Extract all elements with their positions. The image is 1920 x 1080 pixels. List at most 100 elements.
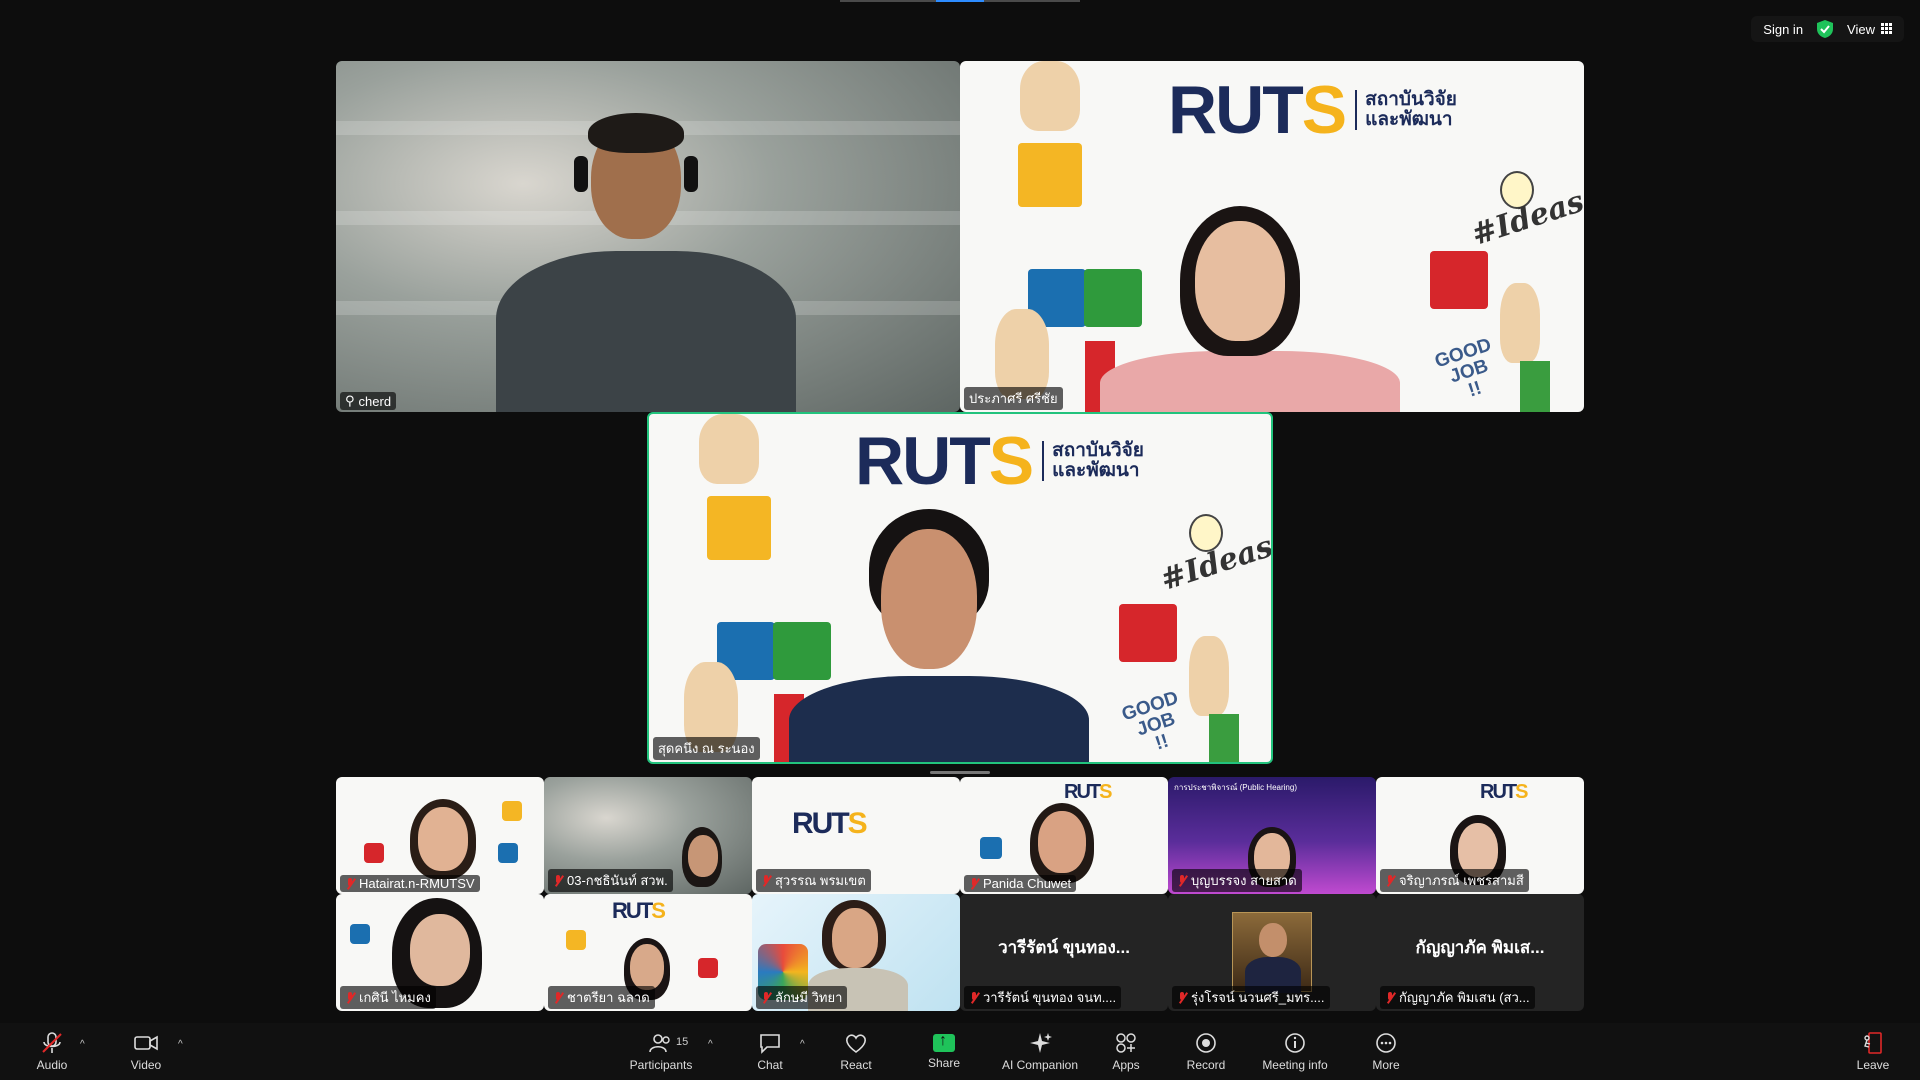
participant-video-person: [630, 944, 664, 990]
meeting-info-button[interactable]: Meeting info: [1260, 1023, 1330, 1080]
gallery-tile[interactable]: รุ่งโรจน์ นวนศรี_มทร....: [1168, 894, 1376, 1011]
participants-button[interactable]: Participants: [626, 1023, 696, 1080]
gallery-resize-handle[interactable]: [930, 771, 990, 774]
encryption-shield-icon[interactable]: [1817, 20, 1834, 38]
record-button[interactable]: Record: [1186, 1023, 1226, 1080]
mic-muted-icon: [761, 874, 771, 887]
participant-name-tag: Hatairat.n-RMUTSV: [340, 875, 480, 892]
video-options-chevron-icon[interactable]: ^: [178, 1039, 183, 1050]
puzzle-piece-red: [1430, 251, 1488, 309]
gallery-tile[interactable]: RUTS สุวรรณ พรมเขต: [752, 777, 960, 894]
share-button[interactable]: Share: [926, 1023, 962, 1080]
ruts-logo: RUTS สถาบันวิจัย และพัฒนา: [855, 423, 1144, 499]
mic-muted-icon: [345, 877, 355, 890]
mic-muted-icon: [969, 991, 979, 1004]
audio-options-chevron-icon[interactable]: ^: [80, 1039, 85, 1050]
view-button[interactable]: View: [1847, 22, 1892, 37]
participant-display-name: กัญญาภัค พิมเส...: [1415, 938, 1545, 957]
chat-button[interactable]: Chat: [752, 1023, 788, 1080]
participants-icon: [649, 1033, 670, 1052]
gallery-tile[interactable]: Hatairat.n-RMUTSV: [336, 777, 544, 894]
sleeve-graphic: [1209, 714, 1239, 762]
gallery-tile[interactable]: RUTS ชาตรียา ฉลาด: [544, 894, 752, 1011]
participant-name-tag: 03-กชธินันท์ สวพ.: [548, 869, 673, 892]
mic-muted-icon: [553, 874, 563, 887]
gallery-tile-no-video[interactable]: วารีรัตน์ ขุนทอง... วารีรัตน์ ขุนทอง จนท…: [960, 894, 1168, 1011]
grid-view-icon: [1881, 22, 1892, 34]
participant-name-tag: วารีรัตน์ ขุนทอง จนท....: [964, 986, 1122, 1009]
gallery-tile[interactable]: 03-กชธินันท์ สวพ.: [544, 777, 752, 894]
ruts-logo: RUTS: [1480, 781, 1529, 803]
puzzle-piece-yellow: [502, 801, 522, 821]
participants-count: 15: [676, 1036, 689, 1048]
participant-name-tag: ประภาศรี ศรีชัย: [964, 387, 1063, 410]
apps-button[interactable]: Apps: [1108, 1023, 1144, 1080]
mic-muted-icon: [553, 991, 563, 1004]
participant-name-tag: ⚲ cherd: [340, 392, 397, 410]
puzzle-piece-blue: [980, 837, 1002, 859]
puzzle-piece-red: [698, 958, 718, 978]
mic-muted-icon: [761, 991, 771, 1004]
gallery-tile-no-video[interactable]: กัญญาภัค พิมเส... กัญญาภัค พิมเสน (สว...: [1376, 894, 1584, 1011]
participant-name-tag: สุวรรณ พรมเขต: [756, 869, 871, 892]
participant-name-tag: Panida Chuwet: [964, 875, 1077, 892]
sleeve-graphic: [1520, 361, 1550, 412]
ai-companion-button[interactable]: AI Companion: [1000, 1023, 1080, 1080]
video-tile-cherd[interactable]: ⚲ cherd: [336, 61, 960, 412]
more-button[interactable]: More: [1370, 1023, 1402, 1080]
participants-options-chevron-icon[interactable]: ^: [708, 1039, 713, 1050]
puzzle-piece-blue: [350, 924, 370, 944]
video-tile-active-speaker[interactable]: RUTS สถาบันวิจัย และพัฒนา #Ideas GOOD JOB!…: [647, 412, 1273, 764]
mic-muted-icon: [1177, 874, 1187, 887]
meeting-toolbar: Audio ^ Video ^ Participants 15 ^ Chat ^…: [0, 1023, 1920, 1080]
ruts-logo: RUTS: [1064, 781, 1113, 803]
sparkle-icon: [1030, 1032, 1052, 1053]
react-button[interactable]: React: [836, 1023, 876, 1080]
leave-button[interactable]: Leave: [1855, 1023, 1891, 1080]
ruts-logo: RUTS: [792, 807, 868, 840]
mic-muted-icon: [42, 1031, 62, 1053]
profile-picture: [1232, 912, 1312, 993]
participant-name-tag: ลักษมี วิทยา: [756, 986, 848, 1009]
good-job-text: GOOD JOB!!: [1119, 687, 1182, 755]
hand-graphic: [1020, 61, 1080, 131]
participant-video-person: [832, 908, 878, 968]
mic-muted-icon: [1385, 991, 1395, 1004]
participant-name-tag: บุญบรรจง สายสาด: [1172, 869, 1302, 892]
hearing-banner: การประชาพิจารณ์ (Public Hearing): [1174, 783, 1297, 792]
video-button[interactable]: Video: [124, 1023, 168, 1080]
pin-icon: ⚲: [345, 393, 355, 408]
apps-icon: [1116, 1032, 1136, 1053]
mic-muted-icon: [1385, 874, 1395, 887]
participant-name-tag: ชาตรียา ฉลาด: [548, 986, 655, 1009]
puzzle-piece-blue: [498, 843, 518, 863]
chat-options-chevron-icon[interactable]: ^: [800, 1039, 805, 1050]
participant-name-tag: กัญญาภัค พิมเสน (สว...: [1380, 986, 1535, 1009]
audio-button[interactable]: Audio: [30, 1023, 74, 1080]
puzzle-piece-yellow: [707, 496, 771, 560]
mic-muted-icon: [1177, 991, 1187, 1004]
gallery-tile[interactable]: RUTS จริญาภรณ์ เพชรสามสี: [1376, 777, 1584, 894]
top-right-bar: Sign in View: [1751, 16, 1904, 42]
hand-graphic: [1500, 283, 1540, 363]
gallery-tile[interactable]: การประชาพิจารณ์ (Public Hearing) บุญบรรจ…: [1168, 777, 1376, 894]
gallery-tile[interactable]: เกศินี ไหมคง: [336, 894, 544, 1011]
video-tile-prapasri[interactable]: RUTS สถาบันวิจัย และพัฒนา #Ideas GOOD JOB!…: [960, 61, 1584, 412]
top-indicator: [840, 0, 1080, 2]
leave-door-icon: [1864, 1031, 1882, 1054]
puzzle-piece-red: [364, 843, 384, 863]
good-job-text: GOOD JOB!!: [1432, 334, 1495, 402]
mic-muted-icon: [345, 991, 355, 1004]
gallery-tile[interactable]: RUTS Panida Chuwet: [960, 777, 1168, 894]
puzzle-piece-yellow: [1018, 143, 1082, 207]
record-icon: [1196, 1032, 1216, 1053]
info-icon: [1285, 1032, 1305, 1053]
hand-graphic: [995, 309, 1049, 399]
share-screen-icon: [933, 1032, 955, 1052]
participant-video-person: [418, 807, 468, 871]
sign-in-link[interactable]: Sign in: [1763, 22, 1803, 37]
ruts-logo: RUTS สถาบันวิจัย และพัฒนา: [1168, 72, 1457, 148]
puzzle-piece-green: [1084, 269, 1142, 327]
video-camera-icon: [134, 1035, 158, 1050]
gallery-tile[interactable]: ลักษมี วิทยา: [752, 894, 960, 1011]
